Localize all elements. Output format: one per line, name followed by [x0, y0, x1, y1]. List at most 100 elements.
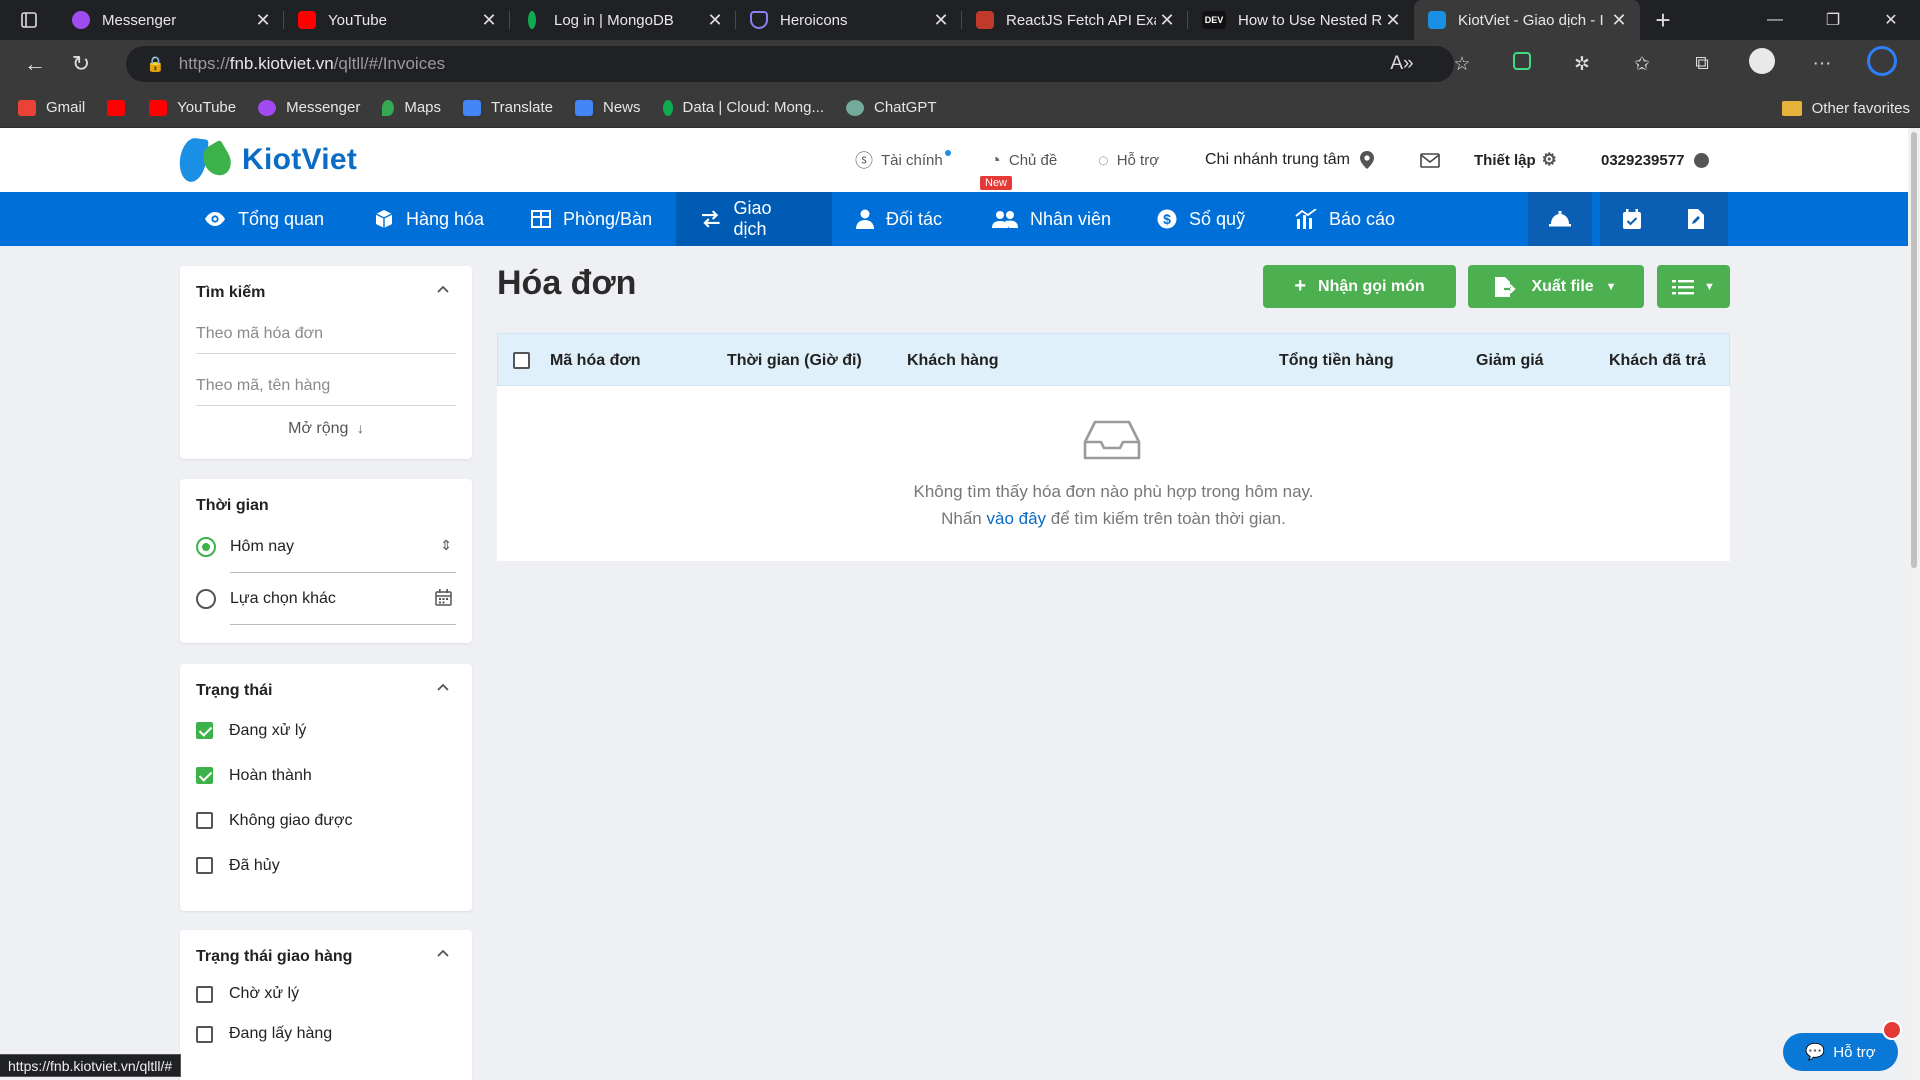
browser-tab[interactable]: Log in | MongoDB ✕: [510, 0, 736, 40]
add-favorite-icon[interactable]: ☆: [1432, 53, 1492, 76]
bookmark-gmail[interactable]: Gmail: [18, 99, 85, 116]
chevron-up-icon[interactable]: [436, 946, 450, 960]
export-file-button[interactable]: Xuất file ▼: [1468, 265, 1644, 308]
checkbox-unchecked[interactable]: [196, 812, 213, 829]
browser-tab[interactable]: ReactJS Fetch API Exar ✕: [962, 0, 1188, 40]
radio-selected[interactable]: [196, 537, 216, 557]
column-header[interactable]: Tổng tiền hàng: [1279, 352, 1394, 370]
browser-tab[interactable]: DEV How to Use Nested Re ✕: [1188, 0, 1414, 40]
nav-employees[interactable]: Nhân viên: [968, 192, 1135, 246]
favorites-icon[interactable]: ✩: [1612, 53, 1672, 76]
other-favorites[interactable]: Other favorites: [1781, 88, 1910, 128]
column-header[interactable]: Mã hóa đơn: [550, 352, 640, 370]
close-tab-icon[interactable]: ✕: [252, 10, 274, 31]
back-button[interactable]: ←: [12, 44, 58, 84]
branch-selector[interactable]: Chi nhánh trung tâm: [1205, 128, 1374, 192]
close-tab-icon[interactable]: ✕: [930, 10, 952, 31]
bookmark-news[interactable]: News: [575, 99, 641, 116]
receive-order-button[interactable]: + Nhận gọi món: [1263, 265, 1456, 308]
more-menu-icon[interactable]: ···: [1792, 53, 1852, 75]
account-menu[interactable]: 0329239577: [1601, 128, 1710, 192]
help-chat-button[interactable]: 💬 Hỗ trợ: [1783, 1033, 1898, 1071]
collections-icon[interactable]: ⧉: [1672, 53, 1732, 75]
extension-green-icon[interactable]: [1492, 52, 1552, 76]
close-tab-icon[interactable]: ✕: [1608, 10, 1630, 31]
browser-tab[interactable]: Heroicons ✕: [736, 0, 962, 40]
bookmark-youtube-icon-only[interactable]: [107, 99, 126, 116]
chevron-up-icon[interactable]: [436, 282, 450, 296]
nav-overview[interactable]: Tổng quan: [180, 192, 348, 246]
bookmark-mongodb[interactable]: Data | Cloud: Mong...: [662, 99, 824, 116]
browser-tab-active[interactable]: KiotViet - Giao dịch - I ✕: [1414, 0, 1640, 40]
help-notification-dot: [1882, 1020, 1902, 1040]
expand-search-button[interactable]: Mở rộng ↓: [180, 406, 472, 452]
kiotviet-logo[interactable]: KiotViet: [177, 136, 357, 184]
bookmark-chatgpt[interactable]: ChatGPT: [845, 99, 937, 116]
nav-products[interactable]: Hàng hóa: [350, 192, 508, 246]
bookmark-translate[interactable]: Translate: [463, 99, 553, 116]
radio-unselected[interactable]: [196, 589, 216, 609]
scrollbar-thumb[interactable]: [1911, 132, 1917, 568]
status-completed-checkbox[interactable]: Hoàn thành: [196, 753, 456, 798]
close-window-icon[interactable]: ✕: [1862, 0, 1920, 40]
bookmark-messenger[interactable]: Messenger: [258, 99, 360, 116]
column-header[interactable]: Giảm giá: [1476, 352, 1544, 370]
column-header[interactable]: Khách hàng: [907, 352, 999, 370]
close-tab-icon[interactable]: ✕: [704, 10, 726, 31]
profile-avatar[interactable]: [1732, 48, 1792, 80]
page-scrollbar[interactable]: [1908, 128, 1920, 1080]
status-undelivered-checkbox[interactable]: Không giao được: [196, 798, 456, 843]
order-document-button[interactable]: [1664, 192, 1728, 246]
mail-link[interactable]: [1420, 128, 1440, 192]
chevron-up-icon[interactable]: [436, 680, 450, 694]
calendar-icon[interactable]: [435, 589, 452, 606]
nav-rooms-tables[interactable]: Phòng/Bàn: [507, 192, 676, 246]
time-custom-option[interactable]: Lựa chọn khác: [196, 573, 456, 625]
close-tab-icon[interactable]: ✕: [478, 10, 500, 31]
bing-icon[interactable]: [1852, 46, 1912, 82]
bookmark-youtube[interactable]: YouTube: [149, 99, 236, 116]
new-tab-button[interactable]: +: [1640, 5, 1686, 36]
nav-transactions[interactable]: Giao dịch: [676, 192, 832, 246]
time-today-option[interactable]: Hôm nay ⇕: [196, 521, 456, 573]
address-url: https://fnb.kiotviet.vn/qltll/#/Invoices: [179, 54, 445, 74]
sort-updown-icon[interactable]: ⇕: [440, 537, 452, 554]
status-processing-checkbox[interactable]: Đang xử lý: [196, 708, 456, 753]
invoice-code-input[interactable]: Theo mã hóa đơn: [196, 302, 456, 354]
browser-tab[interactable]: Messenger ✕: [58, 0, 284, 40]
bookmark-maps[interactable]: Maps: [382, 99, 441, 116]
reload-button[interactable]: ↻: [58, 44, 104, 84]
cashier-button[interactable]: [1528, 192, 1592, 246]
browser-tab[interactable]: YouTube ✕: [284, 0, 510, 40]
status-cancelled-checkbox[interactable]: Đã hủy: [196, 843, 456, 888]
main-navigation: Tổng quan Hàng hóa Phòng/Bàn Giao dịch Đ…: [0, 192, 1908, 246]
checkbox-unchecked[interactable]: [196, 857, 213, 874]
minimize-icon[interactable]: —: [1746, 0, 1804, 40]
item-search-input[interactable]: Theo mã, tên hàng: [196, 354, 456, 406]
restore-icon[interactable]: ❐: [1804, 0, 1862, 40]
select-all-checkbox[interactable]: [513, 352, 530, 369]
nav-cashbook[interactable]: $ Sổ quỹ: [1133, 192, 1269, 246]
delivery-pending-checkbox[interactable]: Chờ xử lý: [196, 974, 456, 1014]
close-tab-icon[interactable]: ✕: [1382, 10, 1404, 31]
support-link[interactable]: ◌ Hỗ trợ: [1098, 128, 1159, 192]
finance-link[interactable]: ⓢ Tài chính: [855, 128, 951, 192]
column-options-button[interactable]: ▼: [1657, 265, 1730, 308]
delivery-picking-checkbox[interactable]: Đang lấy hàng: [196, 1014, 456, 1054]
settings-link[interactable]: Thiết lập ⚙: [1474, 128, 1557, 192]
checkbox-unchecked[interactable]: [196, 985, 213, 1003]
nav-partners[interactable]: Đối tác: [832, 192, 966, 246]
checkbox-unchecked[interactable]: [196, 1025, 213, 1043]
column-header[interactable]: Thời gian (Giờ đi): [727, 352, 862, 370]
extensions-icon[interactable]: ✲: [1552, 53, 1612, 76]
close-tab-icon[interactable]: ✕: [1156, 10, 1178, 31]
checkbox-checked[interactable]: [196, 722, 213, 739]
read-aloud-icon[interactable]: A»: [1372, 53, 1432, 75]
tab-actions-button[interactable]: [0, 0, 58, 40]
column-header[interactable]: Khách đã trả: [1609, 352, 1706, 370]
address-bar[interactable]: 🔒 https://fnb.kiotviet.vn/qltll/#/Invoic…: [126, 46, 1454, 82]
booking-button[interactable]: [1600, 192, 1664, 246]
search-all-time-link[interactable]: vào đây: [986, 509, 1046, 528]
nav-reports[interactable]: Báo cáo: [1271, 192, 1419, 246]
checkbox-checked[interactable]: [196, 767, 213, 784]
